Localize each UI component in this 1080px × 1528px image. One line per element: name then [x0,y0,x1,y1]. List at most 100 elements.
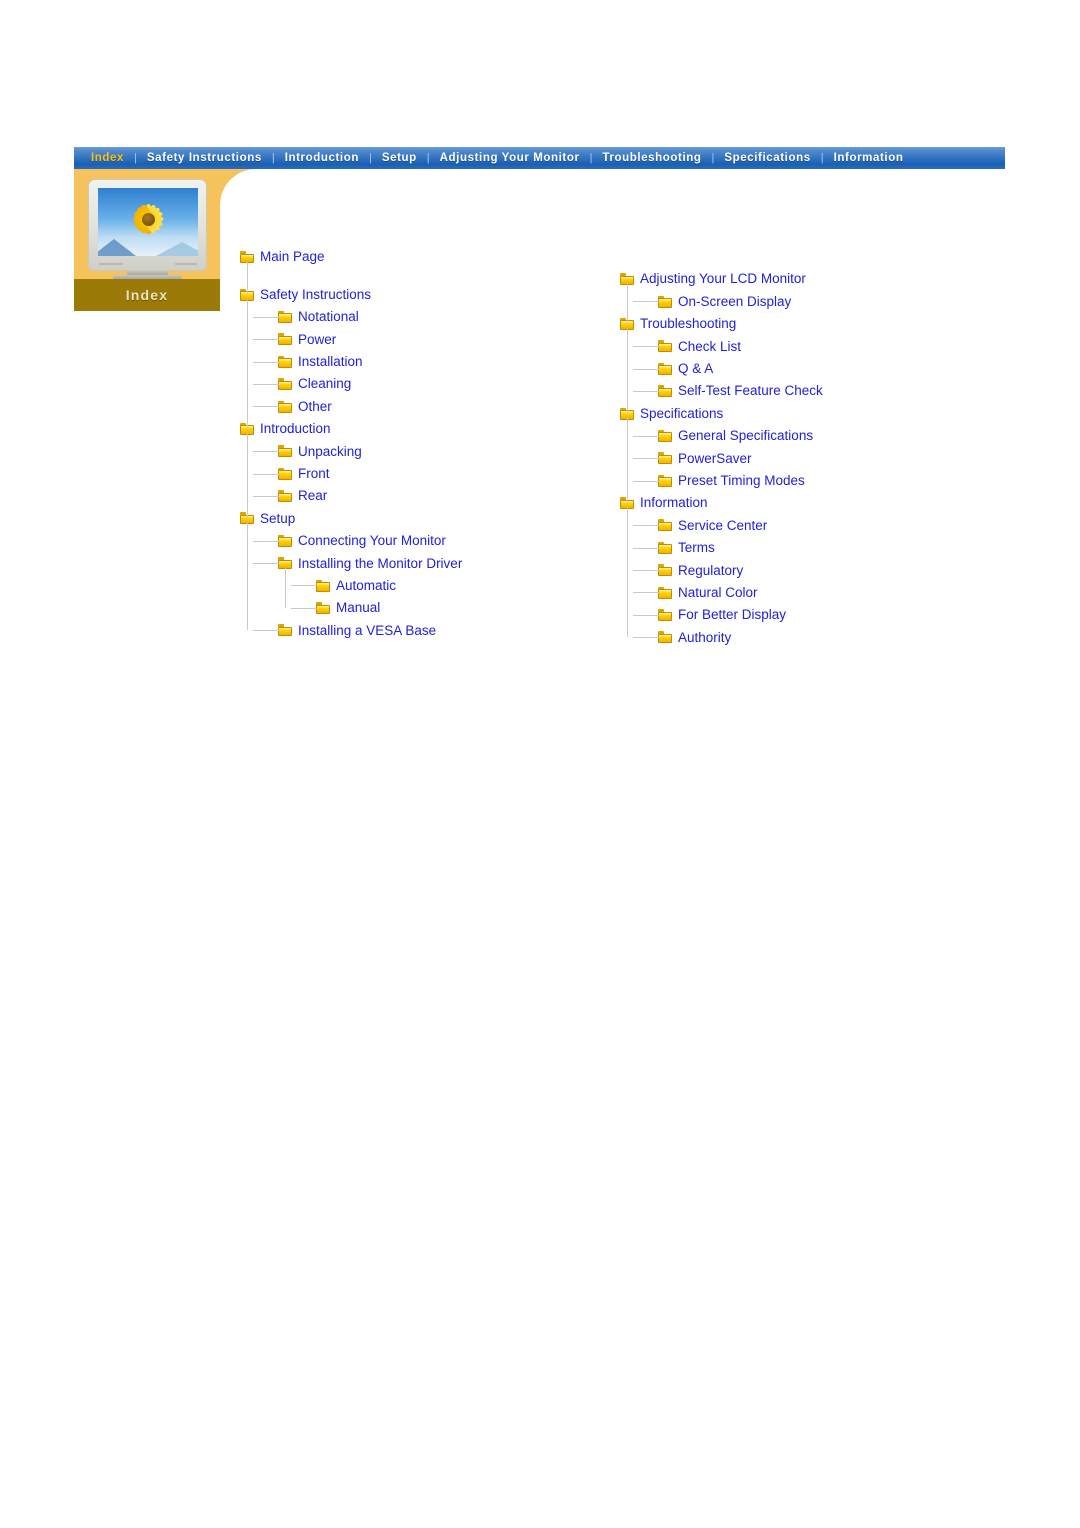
tree-item-label[interactable]: Safety Instructions [260,288,371,302]
tree-connector-line [633,346,660,347]
tree-item-label[interactable]: Adjusting Your LCD Monitor [640,272,806,286]
tree-connector-line [291,585,318,586]
folder-icon [278,534,292,547]
tree-connector-line [253,496,280,497]
tree-item-label[interactable]: Regulatory [678,564,743,578]
tree-item[interactable]: Notational [240,306,600,328]
folder-icon [658,340,672,353]
folder-icon [658,609,672,622]
tree-item-label[interactable]: Automatic [336,579,396,593]
tree-item[interactable]: General Specifications [620,425,1020,447]
tree-connector-line [627,418,628,503]
tree-item-label[interactable]: Notational [298,310,359,324]
tree-item[interactable]: Introduction [240,418,600,440]
nav-item-specifications[interactable]: Specifications [715,147,819,169]
index-panel-label: Index [125,287,169,303]
tree-connector-line [633,592,660,593]
tree-item-label[interactable]: Unpacking [298,445,362,459]
tree-item[interactable]: Natural Color [620,581,1020,603]
tree-item[interactable]: Unpacking [240,440,600,462]
tree-item-label[interactable]: Rear [298,489,327,503]
tree-item[interactable]: For Better Display [620,604,1020,626]
tree-item-label[interactable]: Terms [678,541,715,555]
folder-icon [278,624,292,637]
index-side-panel: Index [74,169,220,311]
tree-item[interactable]: Front [240,463,600,485]
top-navigation-bar: Index | Safety Instructions | Introduction | S… [74,147,1005,169]
nav-item-troubleshooting[interactable]: Troubleshooting [593,147,710,169]
tree-item-label[interactable]: Front [298,467,330,481]
tree-item[interactable]: Cleaning [240,373,600,395]
tree-item[interactable]: Troubleshooting [620,313,1020,335]
tree-item[interactable]: Preset Timing Modes [620,470,1020,492]
tree-connector-line [627,329,628,413]
tree-item-label[interactable]: On-Screen Display [678,295,791,309]
tree-item[interactable]: Adjusting Your LCD Monitor [620,268,1020,290]
tree-item-label[interactable]: Authority [678,631,731,645]
tree-item-label[interactable]: General Specifications [678,429,813,443]
tree-item-label[interactable]: Installing a VESA Base [298,624,436,638]
folder-icon [278,378,292,391]
tree-item[interactable]: Service Center [620,514,1020,536]
tree-item[interactable]: Check List [620,335,1020,357]
tree-item-label[interactable]: PowerSaver [678,452,752,466]
tree-item-label[interactable]: Troubleshooting [640,317,736,331]
tree-item[interactable]: Setup [240,507,600,529]
tree-item-label[interactable]: Connecting Your Monitor [298,534,446,548]
tree-item[interactable]: Connecting Your Monitor [240,530,600,552]
tree-item-label[interactable]: Self-Test Feature Check [678,384,823,398]
tree-item-label[interactable]: Main Page [260,250,325,264]
tree-item[interactable]: On-Screen Display [620,290,1020,312]
tree-item[interactable]: Specifications [620,402,1020,424]
folder-icon [278,467,292,480]
tree-item-label[interactable]: For Better Display [678,608,786,622]
tree-item-label[interactable]: Manual [336,601,380,615]
nav-item-setup[interactable]: Setup [373,147,426,169]
tree-item-label[interactable]: Natural Color [678,586,758,600]
tree-item[interactable]: Q & A [620,358,1020,380]
tree-item-label[interactable]: Power [298,333,336,347]
tree-item-label[interactable]: Specifications [640,407,723,421]
nav-item-adjusting-your-monitor[interactable]: Adjusting Your Monitor [431,147,589,169]
tree-item-label[interactable]: Setup [260,512,295,526]
tree-item[interactable]: Installation [240,351,600,373]
tree-item[interactable]: Information [620,492,1020,514]
tree-item-label[interactable]: Cleaning [298,377,351,391]
tree-connector-line [253,474,280,475]
tree-item[interactable]: PowerSaver [620,447,1020,469]
nav-item-introduction[interactable]: Introduction [276,147,368,169]
nav-item-index[interactable]: Index [82,147,133,169]
nav-item-information[interactable]: Information [825,147,913,169]
index-panel-corner-curve [220,169,256,205]
tree-item-label[interactable]: Q & A [678,362,713,376]
tree-connector-line [247,262,248,294]
tree-connector-line [633,458,660,459]
mountain-left-shape [98,239,136,256]
tree-item[interactable]: Installing the Monitor Driver [240,552,600,574]
tree-item[interactable]: Authority [620,626,1020,648]
folder-icon [278,310,292,323]
tree-item[interactable]: Other [240,395,600,417]
tree-item-label[interactable]: Other [298,400,332,414]
tree-item-label[interactable]: Check List [678,340,741,354]
tree-item[interactable]: Terms [620,537,1020,559]
index-tree-left-column: Main Page Safety Instructions Notational Po… [240,246,600,642]
tree-item-label[interactable]: Information [640,496,708,510]
tree-item-label[interactable]: Installing the Monitor Driver [298,557,462,571]
nav-item-safety-instructions[interactable]: Safety Instructions [138,147,271,169]
tree-item-label[interactable]: Installation [298,355,363,369]
tree-item-label[interactable]: Service Center [678,519,767,533]
tree-item[interactable]: Power [240,328,600,350]
tree-item[interactable]: Self-Test Feature Check [620,380,1020,402]
tree-item[interactable]: Main Page [240,246,600,268]
tree-item[interactable]: Rear [240,485,600,507]
tree-item[interactable]: Installing a VESA Base [240,619,600,641]
tree-connector-line [247,523,248,630]
tree-item[interactable]: Safety Instructions [240,283,600,305]
tree-connector-line [627,284,628,324]
folder-icon [658,519,672,532]
tree-item[interactable]: Regulatory [620,559,1020,581]
mountain-right-shape [156,242,198,256]
tree-item-label[interactable]: Preset Timing Modes [678,474,805,488]
tree-item-label[interactable]: Introduction [260,422,331,436]
